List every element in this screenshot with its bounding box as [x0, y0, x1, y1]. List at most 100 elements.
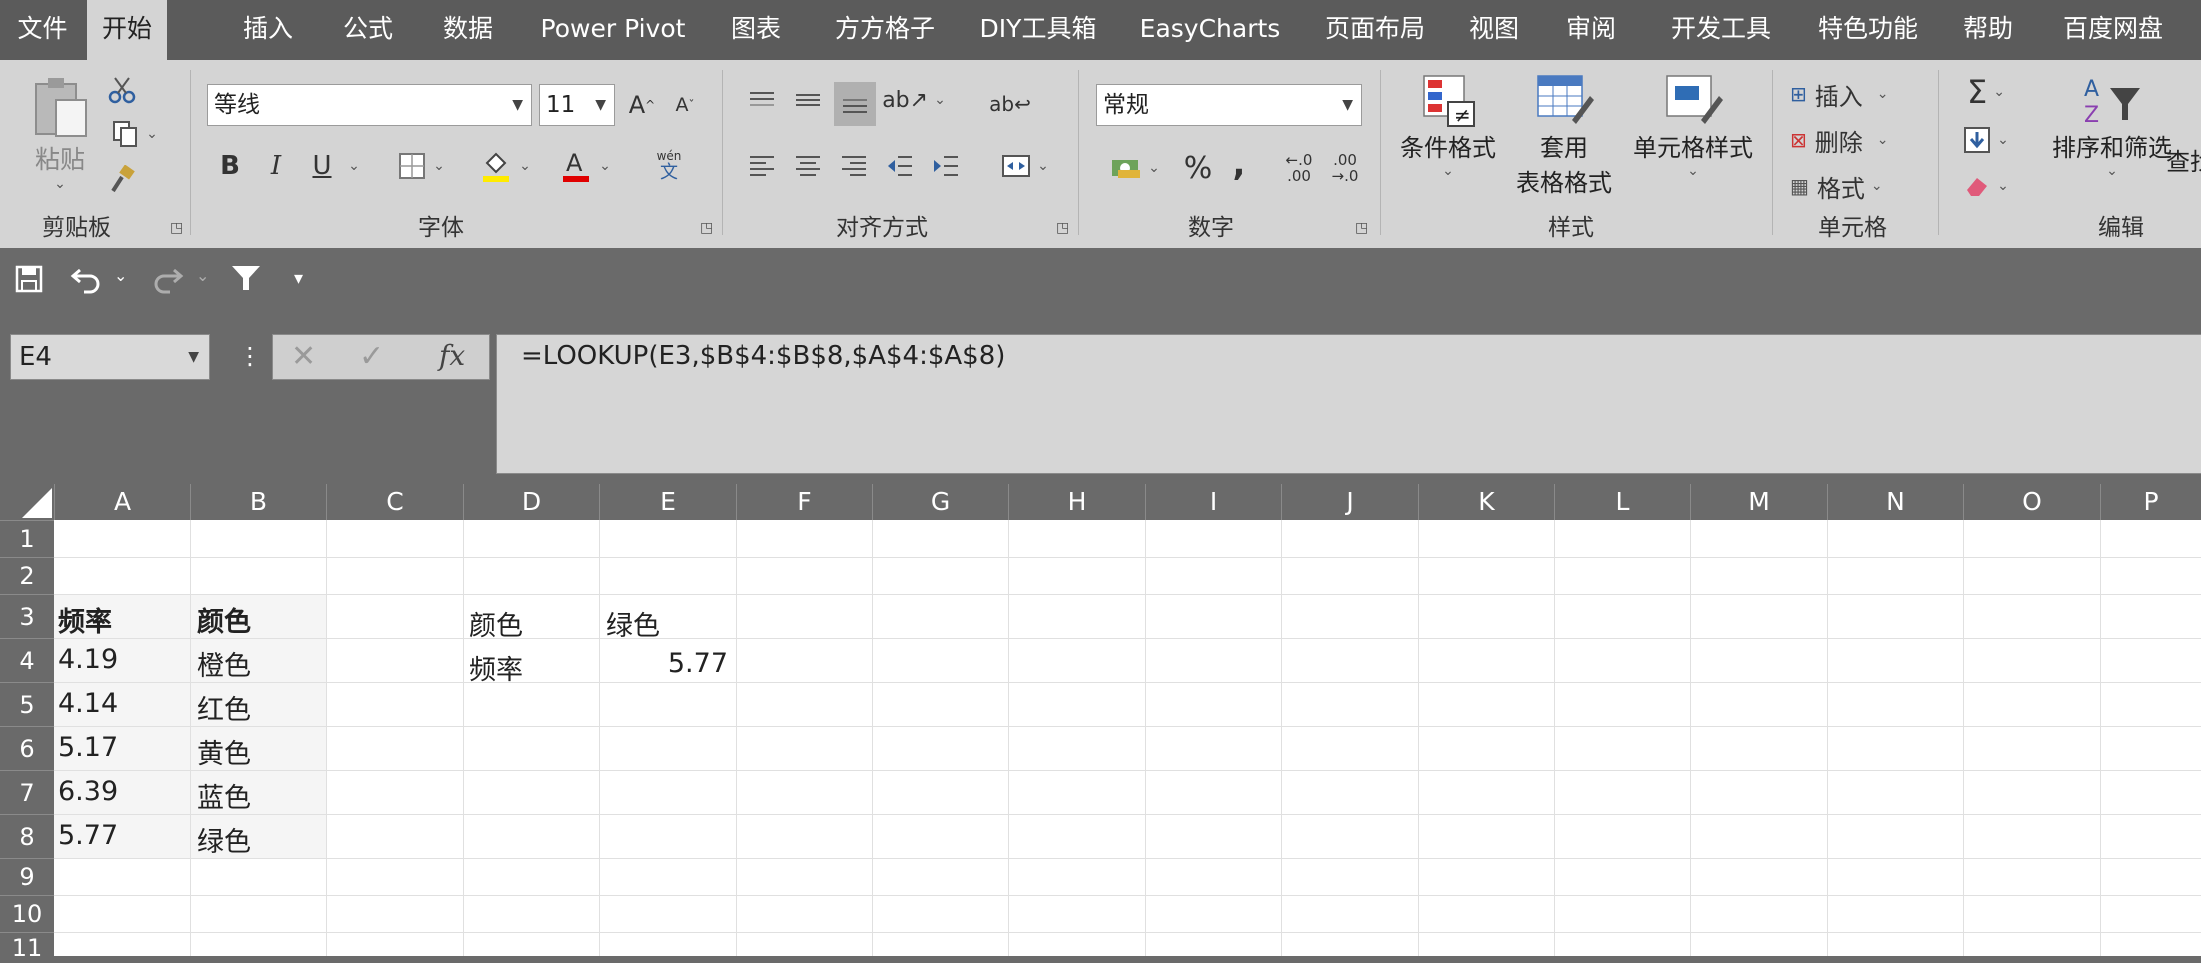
save-button[interactable] — [14, 264, 44, 302]
filter-button[interactable] — [230, 262, 262, 302]
align-top-button[interactable] — [744, 80, 780, 120]
font-size-combo[interactable]: 11 ▼ — [539, 84, 615, 126]
column-header-c[interactable]: C — [326, 484, 463, 520]
wrap-text-button[interactable]: ab↩ — [989, 84, 1031, 124]
cell-d3[interactable]: 颜色 — [469, 604, 523, 643]
tab-view[interactable]: 视图 — [1456, 0, 1532, 60]
cell-a7[interactable]: 6.39 — [58, 776, 118, 807]
row-header-4[interactable]: 4 — [0, 638, 54, 682]
dialog-launcher-icon[interactable]: ◳ — [170, 220, 183, 236]
column-header-o[interactable]: O — [1963, 484, 2100, 520]
accounting-format-button[interactable]: ⌄ — [1100, 146, 1170, 190]
confirm-entry-icon[interactable]: ✓ — [359, 339, 384, 374]
cell-e4[interactable]: 5.77 — [614, 648, 728, 679]
bold-button[interactable]: B — [212, 144, 248, 188]
paste-button[interactable]: 粘贴 ⌄ — [20, 74, 100, 194]
tab-baidu-netdisk[interactable]: 百度网盘 — [2050, 0, 2176, 60]
row-header-5[interactable]: 5 — [0, 682, 54, 726]
format-as-table-button[interactable]: 套用 表格格式 — [1500, 72, 1628, 212]
phonetic-guide-button[interactable]: wén 文 — [636, 144, 702, 188]
column-header-p[interactable]: P — [2100, 484, 2201, 520]
tab-formulas[interactable]: 公式 — [330, 0, 406, 60]
formula-input[interactable]: =LOOKUP(E3,$B$4:$B$8,$A$4:$A$8) — [496, 334, 2201, 474]
insert-cells-button[interactable]: ⊞ 插入 ⌄ — [1790, 74, 1920, 114]
percent-style-button[interactable]: % — [1178, 146, 1218, 190]
fill-color-button[interactable]: ⌄ — [470, 144, 540, 188]
cell-b5[interactable]: 红色 — [197, 688, 251, 727]
undo-button[interactable] — [70, 262, 104, 302]
tab-help[interactable]: 帮助 — [1950, 0, 2026, 60]
font-name-combo[interactable]: 等线 ▼ — [207, 84, 532, 126]
chevron-down-icon[interactable]: ⌄ — [346, 144, 362, 188]
format-cells-button[interactable]: ▦ 格式 ⌄ — [1790, 166, 1920, 206]
tab-developer[interactable]: 开发工具 — [1658, 0, 1784, 60]
decrease-decimal-button[interactable]: .00 →.0 — [1322, 146, 1368, 190]
row-header-6[interactable]: 6 — [0, 726, 54, 770]
delete-cells-button[interactable]: ⊠ 删除 ⌄ — [1790, 120, 1920, 160]
row-header-8[interactable]: 8 — [0, 814, 54, 858]
align-middle-button[interactable] — [790, 80, 826, 120]
column-header-n[interactable]: N — [1827, 484, 1963, 520]
tab-diy-toolbox[interactable]: DIY工具箱 — [968, 0, 1108, 60]
dialog-launcher-icon[interactable]: ◳ — [700, 220, 713, 236]
borders-button[interactable]: ⌄ — [386, 144, 456, 188]
tab-power-pivot[interactable]: Power Pivot — [533, 0, 693, 60]
select-all-corner[interactable] — [0, 484, 54, 520]
dialog-launcher-icon[interactable]: ◳ — [1056, 220, 1069, 236]
column-header-b[interactable]: B — [190, 484, 326, 520]
tab-file[interactable]: 文件 — [10, 0, 75, 60]
cell-a3[interactable]: 频率 — [58, 600, 112, 639]
dialog-launcher-icon[interactable]: ◳ — [1355, 220, 1368, 236]
tab-data[interactable]: 数据 — [430, 0, 506, 60]
cell-a4[interactable]: 4.19 — [58, 644, 118, 675]
column-header-a[interactable]: A — [54, 484, 190, 520]
cell-styles-button[interactable]: 单元格样式 ⌄ — [1628, 72, 1758, 212]
cell-b3[interactable]: 颜色 — [197, 600, 251, 639]
cell-d4[interactable]: 频率 — [469, 648, 523, 687]
column-header-e[interactable]: E — [599, 484, 736, 520]
cell-b7[interactable]: 蓝色 — [197, 776, 251, 815]
customize-qat-icon[interactable]: ▾ — [294, 268, 303, 289]
decrease-indent-button[interactable] — [882, 146, 918, 186]
merge-center-button[interactable]: ⌄ — [990, 146, 1060, 186]
worksheet-grid[interactable]: 频率 颜色 4.19 橙色 4.14 红色 5.17 黄色 6.39 蓝色 5.… — [54, 520, 2201, 956]
more-options-icon[interactable]: ⋮ — [238, 342, 262, 370]
tab-charts[interactable]: 图表 — [718, 0, 794, 60]
copy-button[interactable]: ⌄ — [104, 116, 164, 152]
shrink-font-button[interactable]: Aˇ — [668, 84, 702, 126]
tab-review[interactable]: 审阅 — [1553, 0, 1629, 60]
tab-home[interactable]: 开始 — [87, 0, 167, 60]
cut-button[interactable] — [104, 72, 140, 108]
column-header-l[interactable]: L — [1554, 484, 1690, 520]
font-color-button[interactable]: A ⌄ — [550, 144, 620, 188]
cell-a8[interactable]: 5.77 — [58, 820, 118, 851]
grow-font-button[interactable]: A ^ — [625, 84, 659, 126]
increase-indent-button[interactable] — [928, 146, 964, 186]
italic-button[interactable]: I — [258, 144, 294, 188]
cancel-entry-icon[interactable]: ✕ — [291, 339, 316, 374]
row-header-1[interactable]: 1 — [0, 520, 54, 557]
column-header-j[interactable]: J — [1281, 484, 1418, 520]
increase-decimal-button[interactable]: ←.0.00 — [1276, 146, 1322, 190]
comma-style-button[interactable]: , — [1222, 142, 1256, 186]
autosum-button[interactable]: Σ ⌄ — [1956, 72, 2016, 112]
cell-b8[interactable]: 绿色 — [197, 820, 251, 859]
insert-function-icon[interactable]: fx — [439, 339, 465, 372]
cell-e3[interactable]: 绿色 — [606, 604, 660, 643]
tab-easycharts[interactable]: EasyCharts — [1135, 0, 1285, 60]
column-header-d[interactable]: D — [463, 484, 599, 520]
align-center-button[interactable] — [790, 146, 826, 186]
column-header-f[interactable]: F — [736, 484, 872, 520]
chevron-down-icon[interactable]: ⌄ — [196, 266, 209, 285]
number-format-combo[interactable]: 常规 ▼ — [1096, 84, 1362, 126]
cell-b4[interactable]: 橙色 — [197, 644, 251, 683]
cell-a5[interactable]: 4.14 — [58, 688, 118, 719]
row-header-3[interactable]: 3 — [0, 594, 54, 638]
cell-b6[interactable]: 黄色 — [197, 732, 251, 771]
find-select-label[interactable]: 查找 — [2166, 142, 2201, 177]
clear-button[interactable]: ⌄ — [1956, 166, 2016, 206]
row-header-10[interactable]: 10 — [0, 895, 54, 932]
row-header-2[interactable]: 2 — [0, 557, 54, 594]
column-header-m[interactable]: M — [1690, 484, 1827, 520]
underline-button[interactable]: U — [304, 144, 340, 188]
